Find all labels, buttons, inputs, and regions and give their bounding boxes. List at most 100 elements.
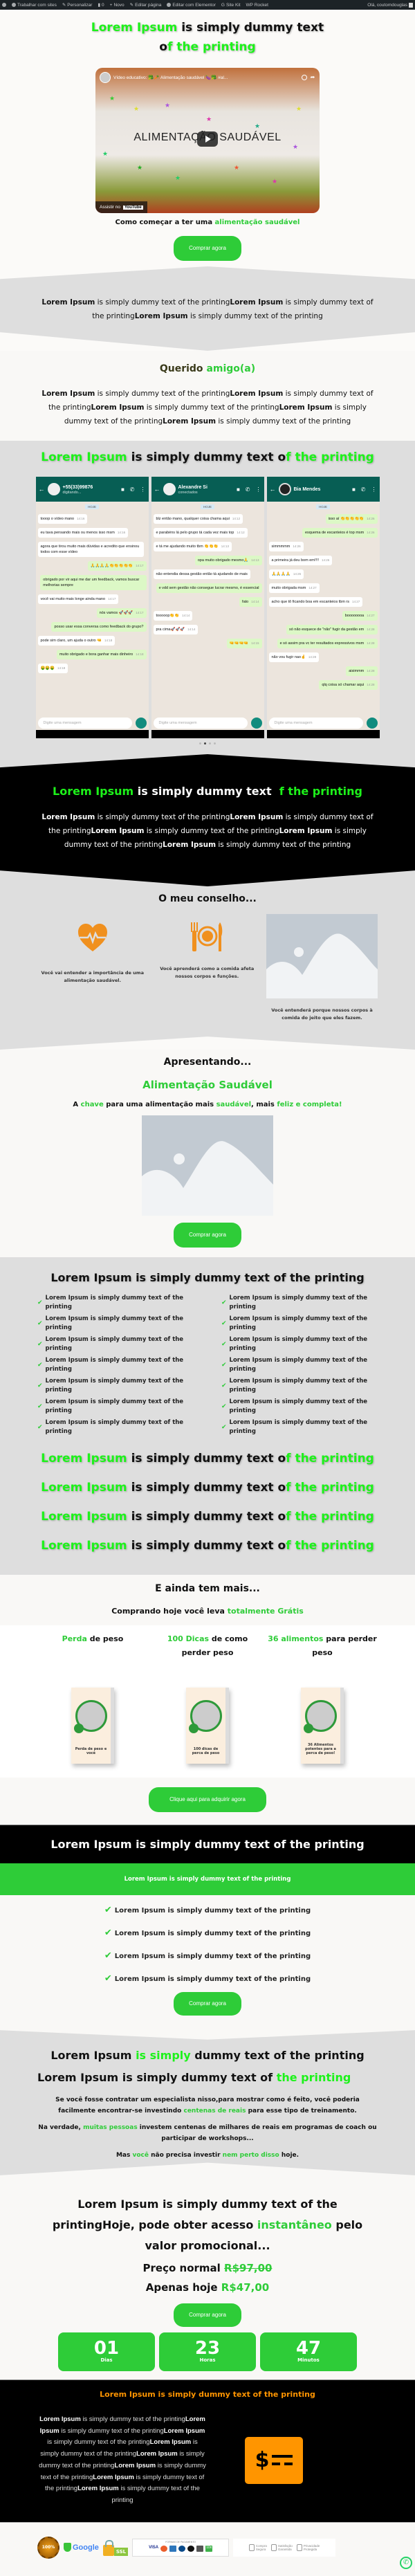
benefit-item: ✔ Lorem Ipsum is simply dummy text of the…	[221, 1378, 368, 1394]
message-time: 14:18	[104, 639, 113, 642]
share-icon[interactable]: ➦	[310, 75, 315, 80]
channel-avatar[interactable]	[100, 72, 111, 83]
benefit-item: ✔ Lorem Ipsum is simply dummy text of the…	[221, 1336, 368, 1352]
buy-now-button[interactable]: Comprar agora	[174, 1223, 241, 1248]
payment-info-title: Lorem Ipsum is simply dummy text of the …	[100, 2390, 315, 2399]
buy-now-button[interactable]: Comprar agora	[174, 2303, 241, 2327]
chat-message: eu tava pensando mais ou menos isso msm 1…	[37, 528, 129, 538]
chat-message: e tá me ajudando muito tbm 👏👏👏 14:13	[153, 542, 232, 551]
check-icon: ✔	[37, 1299, 43, 1306]
buy-now-button[interactable]: Comprar agora	[174, 1992, 241, 2016]
hero-section: Lorem Ipsum is simply dummy text of the …	[0, 10, 415, 266]
admin-bar-new[interactable]: + Novo	[110, 3, 124, 8]
carousel-dot[interactable]	[199, 742, 201, 745]
admin-bar-comments[interactable]: ▮ 0	[98, 2, 104, 8]
buy-now-button[interactable]: Comprar agora	[174, 236, 241, 261]
trophy-icon	[270, 2543, 277, 2551]
message-time: 14:17	[108, 597, 116, 601]
hero-caption: Como começar a ter uma alimentação saudá…	[115, 219, 300, 226]
check-icon: ✔	[104, 1951, 112, 1961]
cover-seal	[74, 1724, 84, 1733]
product-image-placeholder	[142, 1115, 273, 1216]
video-title[interactable]: Vídeo educativo: 🥦🥕 Alimentação saudável…	[113, 75, 228, 80]
hero-title: Lorem Ipsum is simply dummy text of the …	[91, 21, 324, 54]
contact-avatar	[278, 483, 291, 495]
chat-message: tooop o vídeo mano 14:16	[37, 514, 88, 524]
message-time: 14:26	[321, 558, 330, 562]
carousel-dot[interactable]	[209, 742, 211, 745]
dear-friend-title: Querido amigo(a)	[159, 363, 256, 374]
chat-message: agora que tirou muito mais dúvidas e acr…	[37, 542, 144, 557]
cover-seal	[189, 1724, 199, 1733]
intro-paragraph: Lorem Ipsum is simply dummy text of the …	[42, 298, 374, 320]
chat-screenshot: ← Alexandre Si conectados ■ ✆ ⋮ HOJE blz então …	[151, 477, 264, 738]
star-decoration: ★	[234, 165, 240, 172]
acquire-now-button[interactable]: Clique aqui para adquirir agora	[149, 1787, 266, 1812]
date-label: HOJE	[201, 504, 214, 509]
more-menu-icon: ⋮	[140, 486, 146, 493]
chat-message: não vou fugir nao🤞 14:28	[268, 652, 320, 662]
contact-name: Alexandre Si	[178, 484, 208, 490]
admin-bar-site-kit[interactable]: G Site Kit	[221, 3, 241, 8]
chat-message: boooooooa 14:27	[342, 611, 378, 621]
phone-call-icon: ✆	[129, 486, 135, 493]
secure-purchase-badge: Compra Segura	[248, 2543, 267, 2551]
video-call-icon: ■	[120, 486, 124, 493]
contact-avatar	[47, 483, 60, 495]
admin-bar-elementor[interactable]: Editar com Elementor	[167, 3, 216, 8]
chat-message: não entendia dessa gestão então tá ajuda…	[153, 569, 250, 579]
admin-bar-wp-rocket[interactable]: WP Rocket	[246, 3, 268, 8]
carousel-pagination	[0, 742, 415, 745]
offer-title: Lorem Ipsum is simply dummy text of the …	[0, 1825, 415, 1863]
admin-bar-sites[interactable]: Trabalhar com sites	[12, 3, 57, 8]
pencil-icon: ✎	[129, 3, 134, 8]
testimonial-carousel[interactable]: ← +55(33)99876 digitando... ■ ✆ ⋮ HOJE tooop o …	[0, 477, 415, 738]
cover-seal	[304, 1724, 313, 1733]
message-time: 14:16	[77, 517, 85, 520]
cover-title: Perda de peso e você	[75, 1747, 107, 1755]
wordpress-logo-icon[interactable]	[2, 3, 6, 7]
bonus-section: E ainda tem mais... Comprando hoje você …	[0, 1575, 415, 1825]
dollar-card-icon: $	[245, 2436, 303, 2484]
watch-on-youtube-link[interactable]: Assistir no YouTube	[95, 201, 147, 213]
repeated-headline: Lorem Ipsum is simply dummy text of the …	[41, 1510, 374, 1524]
chat-message: 🤑🤑🤑 14:18	[37, 664, 68, 673]
benefit-item: ✔ Lorem Ipsum is simply dummy text of the…	[37, 1295, 184, 1310]
check-icon: ✔	[221, 1299, 227, 1306]
carousel-dot[interactable]	[214, 742, 216, 745]
android-nav-bar	[266, 730, 380, 738]
message-time: 14:12	[237, 531, 245, 534]
benefit-item: ✔ Lorem Ipsum is simply dummy text of the…	[221, 1315, 368, 1331]
admin-bar-edit-page[interactable]: ✎ Editar página	[130, 2, 162, 8]
admin-bar-customize[interactable]: ✎ Personalizar	[62, 2, 93, 8]
investment-title-2: Lorem Ipsum is simply dummy text of the …	[37, 2071, 351, 2084]
message-time: 14:28	[308, 655, 317, 659]
repeated-headline: Lorem Ipsum is simply dummy text of the …	[41, 1452, 374, 1465]
message-time: 14:26	[367, 517, 375, 520]
bonus-subtitle: Comprando hoje você leva totalmente Grát…	[111, 1607, 304, 1616]
contact-name: Bia Mendes	[293, 486, 321, 492]
chat-message: obrigado por vir aqui me dar um feedback…	[40, 575, 147, 590]
benefit-item: ✔ Lorem Ipsum is simply dummy text of the…	[221, 1295, 368, 1310]
message-time: 14:26	[293, 545, 301, 548]
check-icon: ✔	[221, 1320, 227, 1327]
admin-bar-account[interactable]: Olá, coutomdouglas	[367, 2, 413, 8]
chat-message: isso aí 👏👏👏👏👏 14:26	[325, 514, 378, 524]
star-decoration: ★	[206, 116, 212, 123]
chat-message: esquema de escanteios é top msm 14:26	[302, 528, 378, 538]
plate-cutlery-icon	[191, 922, 223, 951]
plus-icon: +	[109, 2, 113, 8]
message-time: 14:28	[367, 669, 375, 673]
cover-title: 36 Alimentos potentes para a perca de pe…	[305, 1743, 336, 1755]
check-icon: ✔	[37, 1362, 43, 1369]
play-button[interactable]	[197, 131, 218, 147]
countdown-days: 01 Dias	[58, 2332, 155, 2371]
carousel-dot[interactable]	[204, 742, 206, 745]
benefit-item: ✔ Lorem Ipsum is simply dummy text of the…	[37, 1336, 184, 1352]
chat-message: e só assim pra vc ter resultados express…	[277, 639, 378, 648]
chat-screenshot: ← Bia Mendes ■ ✆ ⋮ HOJE isso aí 👏👏👏👏👏 14:26 esqu…	[266, 477, 380, 738]
youtube-video-embed[interactable]: Vídeo educativo: 🥦🥕 Alimentação saudável…	[95, 68, 320, 213]
chat-message: pra cima🚀🚀🚀 14:14	[153, 625, 199, 634]
watch-later-icon[interactable]	[302, 75, 307, 80]
whatsapp-float-button[interactable]: ✆	[400, 2556, 412, 2569]
